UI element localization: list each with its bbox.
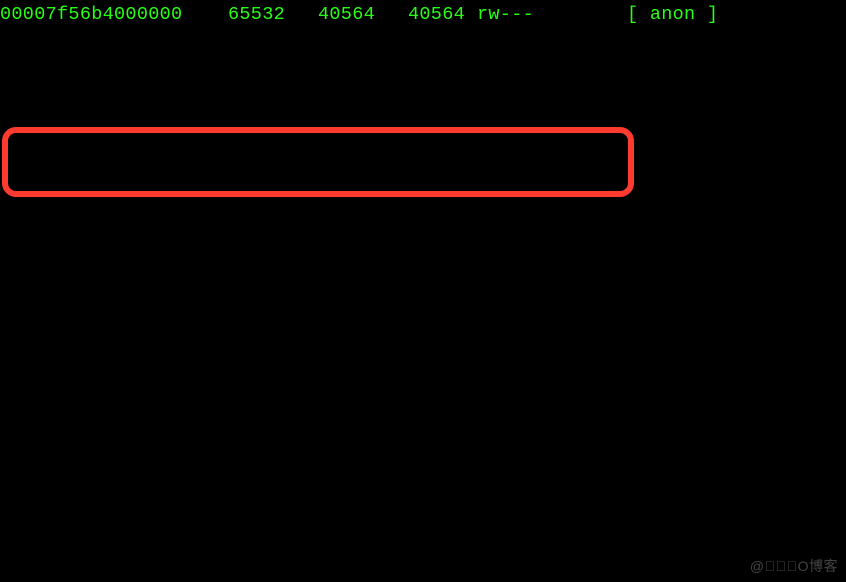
- anon-label: anon: [650, 4, 696, 25]
- dirty-kb: 40564: [375, 0, 465, 30]
- bracket-right: ]: [707, 4, 718, 25]
- watermark: @   O博客: [750, 556, 838, 576]
- terminal-output[interactable]: 00007f56b4000000655324056440564rw---[ an…: [0, 0, 846, 30]
- rss-kb: 40564: [285, 0, 375, 30]
- address: 00007f56b4000000: [0, 0, 185, 30]
- memory-row[interactable]: 00007f56b4000000655324056440564rw---[ an…: [0, 0, 846, 30]
- size-kb: 65532: [185, 0, 285, 30]
- highlight-box: [2, 127, 634, 197]
- permissions: rw---: [465, 0, 547, 30]
- mapping-name: [ anon ]: [547, 0, 718, 30]
- bracket-left: [: [627, 4, 638, 25]
